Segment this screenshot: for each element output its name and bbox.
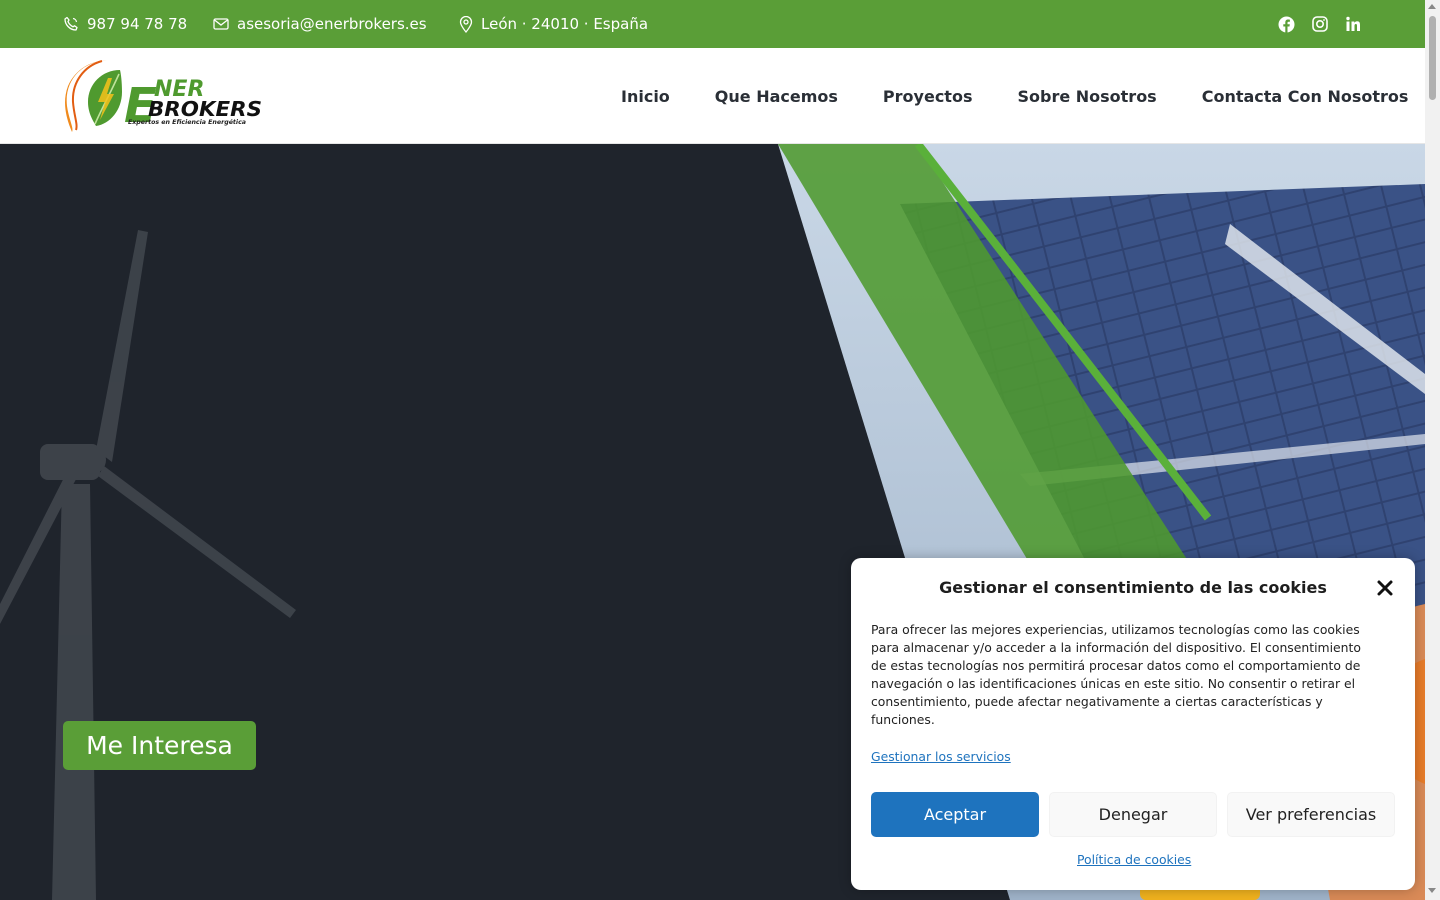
location-contact: León · 24010 · España — [459, 0, 648, 48]
nav-sobre-nosotros[interactable]: Sobre Nosotros — [1017, 87, 1156, 106]
envelope-icon — [213, 18, 229, 30]
cookie-dialog-body: Para ofrecer las mejores experiencias, u… — [871, 622, 1361, 727]
phone-contact[interactable]: 987 94 78 78 — [63, 0, 187, 48]
close-icon[interactable] — [1375, 578, 1395, 598]
scroll-up-arrow-icon[interactable] — [1428, 4, 1436, 9]
logo-tagline: Expertos en Eficiencia Energética — [128, 118, 246, 126]
email-address: asesoria@enerbrokers.es — [237, 15, 427, 33]
deny-button[interactable]: Denegar — [1049, 792, 1217, 837]
main-navigation: Inicio Que Hacemos Proyectos Sobre Nosot… — [576, 48, 1408, 144]
nav-proyectos[interactable]: Proyectos — [883, 87, 973, 106]
map-pin-icon — [459, 15, 473, 33]
linkedin-icon[interactable] — [1342, 13, 1364, 35]
scrollbar-thumb[interactable] — [1429, 16, 1436, 100]
facebook-icon[interactable] — [1275, 13, 1297, 35]
accept-button[interactable]: Aceptar — [871, 792, 1039, 837]
cookie-policy-link[interactable]: Política de cookies — [1077, 852, 1191, 867]
manage-services-link[interactable]: Gestionar los servicios — [871, 749, 1011, 764]
cookie-dialog-title: Gestionar el consentimiento de las cooki… — [939, 578, 1327, 597]
nav-contacta[interactable]: Contacta Con Nosotros — [1202, 87, 1409, 106]
nav-que-hacemos[interactable]: Que Hacemos — [715, 87, 838, 106]
enerbrokers-logo[interactable]: E NER BROKERS Expertos en Eficiencia Ene… — [62, 58, 268, 134]
page-scrollbar[interactable] — [1425, 0, 1440, 900]
location-text: León · 24010 · España — [481, 15, 649, 33]
me-interesa-button[interactable]: Me Interesa — [63, 721, 256, 770]
view-preferences-button[interactable]: Ver preferencias — [1227, 792, 1395, 837]
scroll-down-arrow-icon[interactable] — [1428, 888, 1436, 893]
logo-brokers: BROKERS — [148, 97, 262, 121]
instagram-icon[interactable] — [1309, 13, 1331, 35]
cookie-consent-dialog: Gestionar el consentimiento de las cooki… — [851, 558, 1415, 890]
phone-number: 987 94 78 78 — [87, 15, 188, 33]
phone-icon — [64, 16, 78, 31]
site-header: E NER BROKERS Expertos en Eficiencia Ene… — [0, 48, 1425, 144]
nav-inicio[interactable]: Inicio — [621, 87, 670, 106]
top-contact-bar: 987 94 78 78 asesoria@enerbrokers.es Leó… — [0, 0, 1425, 48]
email-contact[interactable]: asesoria@enerbrokers.es — [213, 0, 427, 48]
